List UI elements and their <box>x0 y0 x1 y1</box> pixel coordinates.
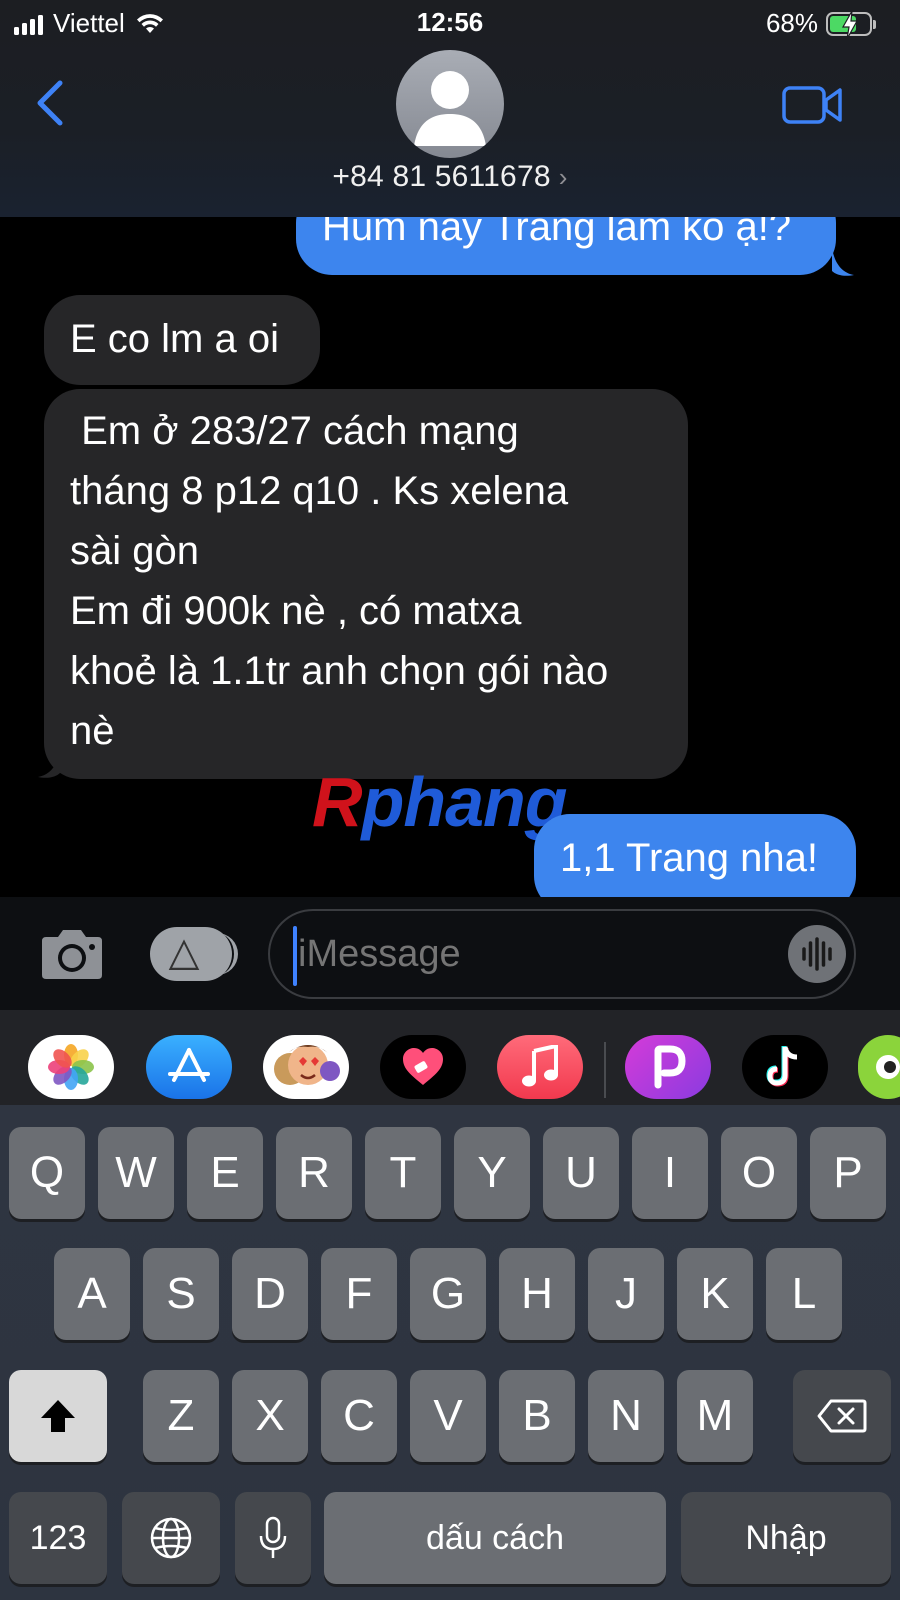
key-s[interactable]: S <box>143 1248 219 1340</box>
text-caret <box>293 926 297 986</box>
key-u[interactable]: U <box>543 1127 619 1219</box>
key-v[interactable]: V <box>410 1370 486 1462</box>
message-thread[interactable]: Hum nay Trang làm ko ạ!? E co lm a oi Em… <box>0 217 900 897</box>
key-y[interactable]: Y <box>454 1127 530 1219</box>
key-m[interactable]: M <box>677 1370 753 1462</box>
incoming-message[interactable]: Em ở 283/27 cách mạng tháng 8 p12 q10 . … <box>44 389 688 779</box>
bubble-tail <box>832 247 854 276</box>
incoming-message[interactable]: E co lm a oi <box>44 295 320 385</box>
app-store-icon: △ <box>168 930 200 974</box>
status-right: 68% <box>765 8 876 39</box>
key-d[interactable]: D <box>232 1248 308 1340</box>
space-key[interactable]: dấu cách <box>324 1492 666 1584</box>
key-t[interactable]: T <box>365 1127 441 1219</box>
key-b[interactable]: B <box>499 1370 575 1462</box>
key-r[interactable]: R <box>276 1127 352 1219</box>
message-line: Em ở 283/27 cách mạng <box>70 409 519 453</box>
key-e[interactable]: E <box>187 1127 263 1219</box>
outgoing-message[interactable]: 1,1 Trang nha! <box>534 814 856 897</box>
picsart-app-icon[interactable] <box>625 1035 711 1099</box>
message-text: Hum nay Trang làm ko ạ!? <box>322 217 792 249</box>
message-text: E co lm a oi <box>70 317 279 361</box>
bubble-tail <box>38 749 60 778</box>
camera-icon[interactable] <box>38 927 106 983</box>
tiktok-note-icon <box>766 1046 798 1087</box>
key-a[interactable]: A <box>54 1248 130 1340</box>
battery-icon <box>826 10 876 39</box>
watermark-logo: Rphang <box>312 762 568 842</box>
key-f[interactable]: F <box>321 1248 397 1340</box>
back-chevron-icon[interactable] <box>30 78 70 128</box>
compose-bar: △ <box>0 897 900 1010</box>
delete-backward-icon <box>817 1399 867 1433</box>
watermark-rest: phang <box>361 763 568 841</box>
status-bar: Viettel 12:56 68% <box>0 0 900 46</box>
audio-message-button[interactable] <box>788 925 846 983</box>
apps-button-rim <box>212 933 238 975</box>
eye-icon <box>876 1055 900 1079</box>
message-line: nè <box>70 709 115 753</box>
charging-bolt-icon <box>841 10 859 39</box>
drawer-divider <box>604 1042 606 1098</box>
microphone-icon <box>259 1516 287 1558</box>
app-store-a-icon <box>168 1048 210 1082</box>
tiktok-app-icon[interactable] <box>742 1035 828 1099</box>
key-p[interactable]: P <box>810 1127 886 1219</box>
memoji-face-icon <box>274 1045 340 1085</box>
key-l[interactable]: L <box>766 1248 842 1340</box>
music-note-icon <box>522 1045 558 1087</box>
battery-percent: 68% <box>765 8 818 38</box>
message-line: sài gòn <box>70 529 199 573</box>
facetime-video-icon[interactable] <box>782 84 844 126</box>
more-app-icon[interactable] <box>858 1035 900 1099</box>
message-line: tháng 8 p12 q10 . Ks xelena <box>70 469 569 513</box>
numbers-key[interactable]: 123 <box>9 1492 107 1584</box>
key-w[interactable]: W <box>98 1127 174 1219</box>
key-k[interactable]: K <box>677 1248 753 1340</box>
waveform-icon <box>802 937 832 971</box>
message-input[interactable] <box>268 909 856 999</box>
key-j[interactable]: J <box>588 1248 664 1340</box>
heart-icon <box>403 1048 443 1085</box>
return-key[interactable]: Nhập <box>681 1492 891 1584</box>
keyboard: Q W E R T Y U I O P A S D F G H J K L Z … <box>0 1105 900 1600</box>
message-line: Em đi 900k nè , có matxa <box>70 589 522 633</box>
shift-arrow-icon <box>41 1400 75 1432</box>
photos-flower-icon <box>48 1044 94 1090</box>
shift-key[interactable] <box>9 1370 107 1462</box>
key-c[interactable]: C <box>321 1370 397 1462</box>
key-x[interactable]: X <box>232 1370 308 1462</box>
contact-avatar[interactable] <box>396 50 504 158</box>
key-g[interactable]: G <box>410 1248 486 1340</box>
key-z[interactable]: Z <box>143 1370 219 1462</box>
picsart-p-icon <box>654 1045 686 1089</box>
memoji-app-icon[interactable] <box>263 1035 349 1099</box>
contact-number: +84 81 5611678 <box>332 160 551 193</box>
globe-icon <box>150 1517 192 1559</box>
outgoing-message[interactable]: Hum nay Trang làm ko ạ!? <box>296 217 836 275</box>
globe-key[interactable] <box>122 1492 220 1584</box>
music-app-icon[interactable] <box>497 1035 583 1099</box>
key-i[interactable]: I <box>632 1127 708 1219</box>
message-line: khoẻ là 1.1tr anh chọn gói nào <box>70 649 609 693</box>
chevron-right-icon: › <box>558 162 568 192</box>
app-drawer <box>0 1010 900 1105</box>
dictation-key[interactable] <box>235 1492 311 1584</box>
backspace-key[interactable] <box>793 1370 891 1462</box>
message-text: 1,1 Trang nha! <box>560 836 818 880</box>
key-o[interactable]: O <box>721 1127 797 1219</box>
app-store-app-icon[interactable] <box>146 1035 232 1099</box>
contact-name[interactable]: +84 81 5611678 › <box>0 160 900 194</box>
watermark-first-letter: R <box>312 763 363 841</box>
digital-touch-app-icon[interactable] <box>380 1035 466 1099</box>
photos-app-icon[interactable] <box>28 1035 114 1099</box>
app-store-button[interactable]: △ <box>150 927 238 981</box>
key-h[interactable]: H <box>499 1248 575 1340</box>
key-n[interactable]: N <box>588 1370 664 1462</box>
person-icon <box>414 71 486 146</box>
key-q[interactable]: Q <box>9 1127 85 1219</box>
battery-nub <box>873 19 876 29</box>
